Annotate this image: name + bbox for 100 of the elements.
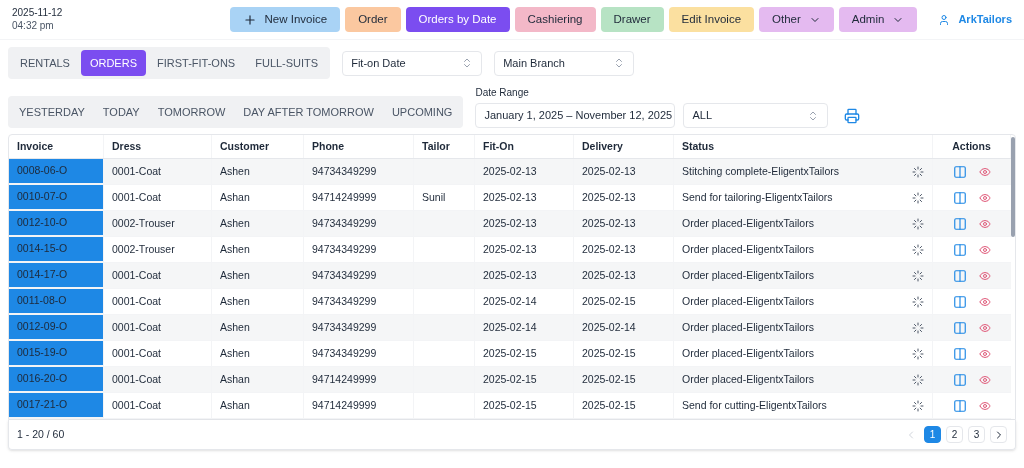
day-tab[interactable]: TOMORROW bbox=[149, 99, 234, 125]
table-cell: 94734349299 bbox=[304, 237, 414, 262]
column-header: Invoice bbox=[9, 135, 104, 158]
table-cell: 94734349299 bbox=[304, 341, 414, 366]
loader-icon[interactable] bbox=[912, 347, 924, 360]
columns-icon[interactable] bbox=[953, 346, 967, 361]
nav-button[interactable]: Order bbox=[345, 7, 401, 32]
columns-icon[interactable] bbox=[953, 398, 967, 413]
table-cell: 2025-02-15 bbox=[475, 341, 574, 366]
columns-icon[interactable] bbox=[953, 372, 967, 387]
table-cell: Order placed-EligentxTailors bbox=[674, 289, 933, 314]
loader-icon[interactable] bbox=[912, 269, 924, 282]
columns-icon[interactable] bbox=[953, 320, 967, 335]
table-cell: 0001-Coat bbox=[104, 341, 212, 366]
table-cell: 0001-Coat bbox=[104, 185, 212, 210]
table-cell: 2025-02-15 bbox=[574, 393, 674, 418]
column-header: Status bbox=[674, 135, 933, 158]
columns-icon[interactable] bbox=[953, 190, 967, 205]
loader-icon[interactable] bbox=[912, 373, 924, 386]
invoice-cell: 0010-07-O bbox=[9, 185, 104, 210]
page-button[interactable]: 2 bbox=[946, 426, 963, 443]
table-cell: Ashan bbox=[212, 393, 304, 418]
table-cell: 0002-Trouser bbox=[104, 211, 212, 236]
view-icon[interactable] bbox=[979, 373, 991, 386]
next-page-button[interactable] bbox=[990, 426, 1007, 443]
nav-button[interactable]: Admin bbox=[838, 7, 918, 32]
column-header: Dress bbox=[104, 135, 212, 158]
type-tab[interactable]: FIRST-FIT-ONS bbox=[148, 50, 245, 76]
nav-button[interactable]: Edit Invoice bbox=[668, 7, 755, 32]
table-cell: 2025-02-14 bbox=[475, 289, 574, 314]
column-header: Phone bbox=[304, 135, 414, 158]
type-tab[interactable]: FULL-SUITS bbox=[246, 50, 328, 76]
view-icon[interactable] bbox=[979, 399, 991, 412]
type-tab[interactable]: ORDERS bbox=[80, 50, 146, 76]
loader-icon[interactable] bbox=[912, 191, 924, 204]
table-cell: 0001-Coat bbox=[104, 159, 212, 184]
nav-button[interactable]: Orders by Date bbox=[405, 7, 510, 32]
table-cell: Order placed-EligentxTailors bbox=[674, 315, 933, 340]
date-range-field[interactable]: January 1, 2025 – November 12, 2025 bbox=[475, 103, 676, 128]
columns-icon[interactable] bbox=[953, 242, 967, 257]
table-cell: 94714249999 bbox=[304, 185, 414, 210]
user-link[interactable]: ArkTailors bbox=[938, 11, 1012, 28]
page-button[interactable]: 1 bbox=[924, 426, 941, 443]
table-cell: 2025-02-13 bbox=[574, 211, 674, 236]
table-cell: 94734349299 bbox=[304, 263, 414, 288]
invoice-cell: 0012-09-O bbox=[9, 315, 104, 340]
table-cell: Order placed-EligentxTailors bbox=[674, 211, 933, 236]
day-tab[interactable]: UPCOMING bbox=[383, 99, 461, 125]
page-button[interactable]: 3 bbox=[968, 426, 985, 443]
table-cell: 0001-Coat bbox=[104, 315, 212, 340]
view-icon[interactable] bbox=[979, 269, 991, 282]
view-icon[interactable] bbox=[979, 347, 991, 360]
table-cell: Stitching complete-EligentxTailors bbox=[674, 159, 933, 184]
loader-icon[interactable] bbox=[912, 321, 924, 334]
loader-icon[interactable] bbox=[912, 165, 924, 178]
scrollbar-thumb[interactable] bbox=[1011, 137, 1015, 237]
loader-icon[interactable] bbox=[912, 295, 924, 308]
table-cell: Ashen bbox=[212, 315, 304, 340]
loader-icon[interactable] bbox=[912, 243, 924, 256]
table-cell: 2025-02-15 bbox=[574, 367, 674, 392]
view-icon[interactable] bbox=[979, 295, 991, 308]
loader-icon[interactable] bbox=[912, 217, 924, 230]
branch-select[interactable]: Main Branch bbox=[494, 50, 635, 76]
status-select[interactable]: ALL bbox=[683, 103, 829, 128]
column-header: Customer bbox=[212, 135, 304, 158]
table-cell: Ashen bbox=[212, 289, 304, 314]
nav-button[interactable]: Drawer bbox=[600, 7, 664, 32]
table-cell: 94734349299 bbox=[304, 315, 414, 340]
invoice-cell: 0011-08-O bbox=[9, 289, 104, 314]
view-icon[interactable] bbox=[979, 191, 991, 204]
view-icon[interactable] bbox=[979, 243, 991, 256]
print-icon[interactable] bbox=[844, 107, 861, 124]
loader-icon[interactable] bbox=[912, 399, 924, 412]
nav-button[interactable]: Other bbox=[759, 7, 834, 32]
date-range-label: Date Range bbox=[475, 86, 530, 100]
table-cell: 2025-02-14 bbox=[574, 315, 674, 340]
view-icon[interactable] bbox=[979, 165, 991, 178]
day-tab[interactable]: YESTERDAY bbox=[11, 99, 93, 125]
columns-icon[interactable] bbox=[953, 268, 967, 283]
invoice-cell: 0012-10-O bbox=[9, 211, 104, 236]
table-cell: 2025-02-13 bbox=[475, 211, 574, 236]
table-cell: 2025-02-15 bbox=[475, 393, 574, 418]
table-cell: Ashen bbox=[212, 237, 304, 262]
columns-icon[interactable] bbox=[953, 164, 967, 179]
column-header: Tailor bbox=[414, 135, 475, 158]
type-tab[interactable]: RENTALS bbox=[11, 50, 79, 76]
nav-button[interactable]: Cashiering bbox=[514, 7, 596, 32]
table-cell: Ashan bbox=[212, 185, 304, 210]
day-tab[interactable]: DAY AFTER TOMORROW bbox=[235, 99, 382, 125]
table-cell: Ashan bbox=[212, 367, 304, 392]
nav-button[interactable]: New Invoice bbox=[229, 7, 341, 32]
view-icon[interactable] bbox=[979, 321, 991, 334]
table-cell: Send for cutting-EligentxTailors bbox=[674, 393, 933, 418]
plus-icon bbox=[242, 12, 257, 27]
date-field-select[interactable]: Fit-on Date bbox=[342, 50, 483, 76]
view-icon[interactable] bbox=[979, 217, 991, 230]
columns-icon[interactable] bbox=[953, 294, 967, 309]
table-cell: Ashen bbox=[212, 159, 304, 184]
day-tab[interactable]: TODAY bbox=[94, 99, 148, 125]
columns-icon[interactable] bbox=[953, 216, 967, 231]
